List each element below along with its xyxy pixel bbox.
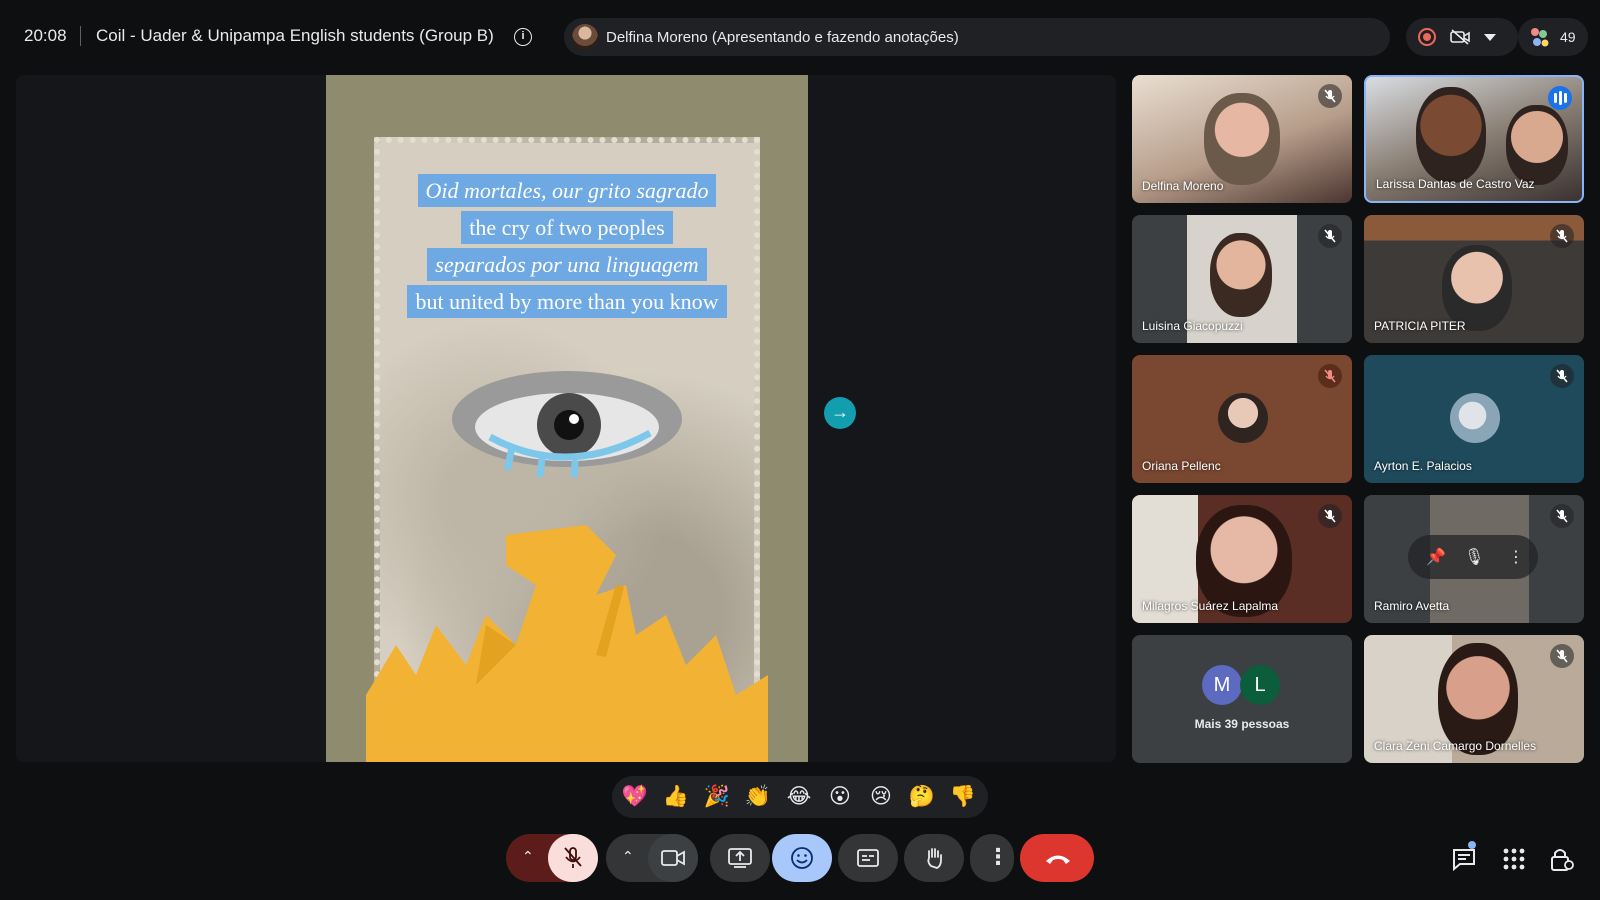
participant-name: Clara Zeni Camargo Dornelles xyxy=(1374,739,1537,753)
participant-tile-5[interactable]: Oriana Pellenc xyxy=(1132,355,1352,483)
mic-off-icon xyxy=(1318,84,1342,108)
pin-icon[interactable]: 📌 xyxy=(1426,547,1446,567)
participants-button[interactable]: 49 xyxy=(1518,18,1588,56)
participant-name: Luisina Giacopuzzi xyxy=(1142,319,1243,333)
mic-off-icon xyxy=(1318,364,1342,388)
reaction-surprised[interactable]: 😮 xyxy=(825,783,855,811)
mic-off-icon xyxy=(1550,504,1574,528)
participant-count: 49 xyxy=(1560,29,1576,45)
camera-controls: ⌃ xyxy=(606,834,698,882)
participant-tile-8[interactable]: 📌 🎙 ⋮ Ramiro Avetta xyxy=(1364,495,1584,623)
chevron-up-icon[interactable]: ⌃ xyxy=(622,848,634,865)
reaction-thumbs-up[interactable]: 👍 xyxy=(661,783,691,811)
captions-button[interactable] xyxy=(838,834,898,882)
flames-illustration xyxy=(366,525,768,762)
mic-off-icon[interactable]: 🎙 xyxy=(1464,547,1484,567)
more-options-button[interactable]: ⋮ xyxy=(970,834,1014,882)
participant-avatar-l: L xyxy=(1240,665,1280,705)
reaction-party[interactable]: 🎉 xyxy=(702,783,732,811)
presenter-status-bar[interactable]: Delfina Moreno (Apresentando e fazendo a… xyxy=(564,18,1390,56)
participant-name: Ayrton E. Palacios xyxy=(1374,459,1472,473)
chat-icon[interactable] xyxy=(1450,845,1478,873)
captions-icon xyxy=(857,849,879,867)
mic-off-icon xyxy=(1550,364,1574,388)
mic-toggle-button[interactable] xyxy=(548,834,598,882)
chevron-up-icon[interactable]: ⌃ xyxy=(522,848,534,865)
poem-line-4: but united by more than you know xyxy=(326,285,808,318)
participant-video xyxy=(1416,87,1486,183)
info-icon[interactable]: i xyxy=(514,28,532,46)
reaction-clap[interactable]: 👏 xyxy=(743,783,773,811)
participant-video xyxy=(1204,93,1280,185)
participant-name: Milagros Suárez Lapalma xyxy=(1142,599,1279,613)
divider xyxy=(80,26,81,46)
more-vert-icon[interactable]: ⋮ xyxy=(1508,547,1524,567)
mic-off-icon xyxy=(1318,504,1342,528)
participant-avatar xyxy=(1450,393,1500,443)
participant-tile-3[interactable]: Luisina Giacopuzzi xyxy=(1132,215,1352,343)
emoji-reactions-button[interactable] xyxy=(772,834,832,882)
participant-tile-6[interactable]: Ayrton E. Palacios xyxy=(1364,355,1584,483)
mic-off-icon xyxy=(1550,224,1574,248)
participant-tile-9[interactable]: Clara Zeni Camargo Dornelles xyxy=(1364,635,1584,763)
presenter-avatar xyxy=(572,24,598,50)
participant-name: PATRICIA PITER xyxy=(1374,319,1466,333)
reactions-bar: 💖 👍 🎉 👏 😂 😮 😢 🤔 👎 xyxy=(612,776,988,818)
apps-icon[interactable] xyxy=(1500,845,1528,873)
hang-up-icon xyxy=(1046,855,1070,864)
mic-off-icon xyxy=(1550,644,1574,668)
participant-name: Delfina Moreno xyxy=(1142,179,1224,193)
presenter-status-text: Delfina Moreno (Apresentando e fazendo a… xyxy=(606,29,959,46)
mic-off-icon xyxy=(564,847,582,868)
raise-hand-button[interactable] xyxy=(904,834,964,882)
raise-hand-icon xyxy=(927,848,942,869)
poem-line-1: Oid mortales, our grito sagrado xyxy=(326,174,808,207)
participant-video xyxy=(1506,105,1568,185)
reaction-heart[interactable]: 💖 xyxy=(620,783,650,811)
eye-illustration xyxy=(452,371,682,477)
top-bar: 20:08 Coil - Uader & Unipampa English st… xyxy=(0,0,1600,74)
present-screen-icon xyxy=(728,848,752,868)
tile-hover-controls: 📌 🎙 ⋮ xyxy=(1408,535,1538,579)
participant-tile-7[interactable]: Milagros Suárez Lapalma xyxy=(1132,495,1352,623)
caret-down-icon[interactable] xyxy=(1484,34,1496,41)
next-slide-button[interactable]: → xyxy=(824,397,856,429)
chat-notification-dot xyxy=(1468,841,1476,849)
poem-line-3: separados por una linguagem xyxy=(326,248,808,281)
clock: 20:08 xyxy=(24,26,67,45)
presentation-slide: Oid mortales, our grito sagrado the cry … xyxy=(326,75,808,762)
participant-tile-2[interactable]: Larissa Dantas de Castro Vaz xyxy=(1364,75,1584,203)
participant-video xyxy=(1210,233,1272,317)
mic-off-icon xyxy=(1318,224,1342,248)
leave-call-button[interactable] xyxy=(1020,834,1094,882)
participant-avatar xyxy=(1218,393,1268,443)
emoji-icon xyxy=(791,847,813,869)
participant-tile-4[interactable]: PATRICIA PITER xyxy=(1364,215,1584,343)
more-people-tile[interactable]: M L Mais 39 pessoas xyxy=(1132,635,1352,763)
speaking-indicator-icon xyxy=(1548,86,1572,110)
participant-avatar-m: M xyxy=(1202,665,1242,705)
participant-name: Larissa Dantas de Castro Vaz xyxy=(1376,177,1535,191)
more-people-label: Mais 39 pessoas xyxy=(1194,717,1290,731)
recording-controls[interactable] xyxy=(1406,18,1518,56)
poem-line-2: the cry of two peoples xyxy=(326,211,808,244)
people-icon xyxy=(1531,28,1549,47)
participant-name: Ramiro Avetta xyxy=(1374,599,1450,613)
participant-tile-1[interactable]: Delfina Moreno xyxy=(1132,75,1352,203)
meeting-title: Coil - Uader & Unipampa English students… xyxy=(96,26,494,45)
recording-icon[interactable] xyxy=(1418,28,1436,46)
presentation-stage: Oid mortales, our grito sagrado the cry … xyxy=(16,75,1116,762)
present-screen-button[interactable] xyxy=(710,834,770,882)
camera-icon xyxy=(661,850,685,866)
more-vert-icon: ⋮ xyxy=(987,844,1009,869)
reaction-sad[interactable]: 😢 xyxy=(866,783,896,811)
camera-toggle-button[interactable] xyxy=(648,834,698,882)
participant-name: Oriana Pellenc xyxy=(1142,459,1221,473)
reaction-thinking[interactable]: 🤔 xyxy=(907,783,937,811)
reaction-laugh[interactable]: 😂 xyxy=(784,783,814,811)
camera-off-icon[interactable] xyxy=(1450,29,1470,45)
mic-controls: ⌃ xyxy=(506,834,598,882)
host-controls-icon[interactable] xyxy=(1548,845,1576,873)
reaction-thumbs-down[interactable]: 👎 xyxy=(948,783,978,811)
